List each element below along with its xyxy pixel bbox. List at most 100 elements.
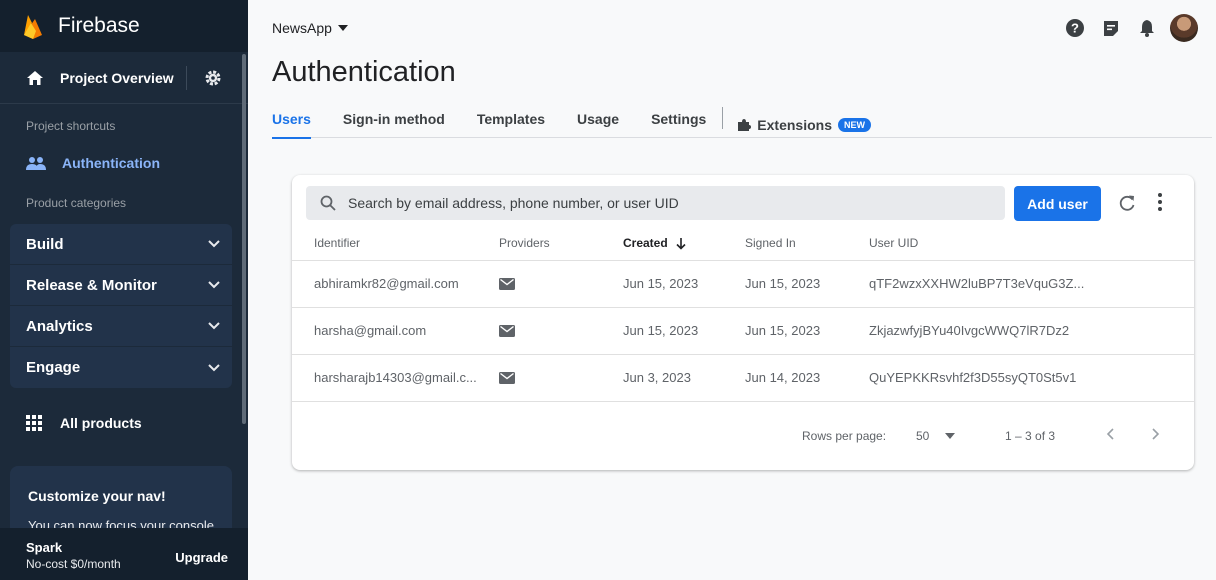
column-providers: Providers	[499, 227, 623, 261]
chevron-down-icon	[208, 322, 220, 330]
project-switcher[interactable]: NewsApp	[272, 20, 348, 36]
chevron-down-icon	[208, 240, 220, 248]
table-row[interactable]: abhiramkr82@gmail.com Jun 15, 2023 Jun 1…	[292, 260, 1194, 308]
pagination: Rows per page: 50 1 – 3 of 3	[292, 423, 1194, 447]
users-card: Add user Identifier Providers Created Si…	[292, 175, 1194, 470]
tab-templates[interactable]: Templates	[477, 102, 545, 138]
tab-sign-in-method[interactable]: Sign-in method	[343, 102, 445, 138]
user-signed-in: Jun 14, 2023	[745, 354, 869, 402]
caret-down-icon	[945, 433, 956, 439]
avatar[interactable]	[1170, 14, 1198, 42]
sidebar-item-build[interactable]: Build	[10, 224, 232, 265]
svg-text:?: ?	[1071, 21, 1079, 36]
search-bar[interactable]	[306, 186, 1005, 220]
user-uid: ZkjazwfyjBYu40IvgcWWQ7lR7Dz2	[869, 307, 1194, 355]
puzzle-icon	[738, 118, 752, 131]
help-icon: ?	[1066, 19, 1084, 37]
top-toolbar: ?	[1050, 14, 1198, 42]
page-range: 1 – 3 of 3	[1005, 429, 1056, 443]
user-identifier: abhiramkr82@gmail.com	[292, 260, 499, 308]
chevron-down-icon	[208, 363, 220, 371]
rows-per-page-label: Rows per page:	[802, 429, 887, 443]
categories-heading: Product categories	[26, 196, 127, 210]
category-label: Engage	[26, 359, 81, 376]
caret-down-icon	[337, 25, 348, 31]
firebase-logo-icon	[24, 15, 42, 39]
user-provider	[499, 354, 623, 402]
email-icon	[499, 277, 515, 290]
rows-per-page-value: 50	[916, 429, 930, 443]
users-table: Identifier Providers Created Signed In U…	[292, 227, 1194, 402]
tab-bar: Users Sign-in method Templates Usage Set…	[272, 102, 1212, 139]
user-uid: QuYEPKKRsvhf2f3D55syQT0St5v1	[869, 354, 1194, 402]
tab-divider	[722, 107, 724, 129]
sidebar: Firebase Project Overview Project shortc…	[0, 0, 248, 580]
sidebar-item-engage[interactable]: Engage	[10, 347, 232, 388]
notifications-button[interactable]	[1136, 17, 1158, 39]
table-row[interactable]: harsha@gmail.com Jun 15, 2023 Jun 15, 20…	[292, 307, 1194, 355]
tab-extensions[interactable]: Extensions NEW	[737, 102, 871, 138]
user-signed-in: Jun 15, 2023	[745, 260, 869, 308]
column-signed-in[interactable]: Signed In	[745, 227, 869, 261]
sidebar-item-analytics[interactable]: Analytics	[10, 306, 232, 347]
sidebar-item-release-monitor[interactable]: Release & Monitor	[10, 265, 232, 306]
category-label: Analytics	[26, 317, 93, 335]
user-provider	[499, 307, 623, 355]
project-overview-item[interactable]: Project Overview	[0, 52, 248, 104]
sidebar-item-label: Authentication	[62, 155, 160, 171]
user-identifier: harsharajb14303@gmail.c...	[292, 354, 499, 402]
gear-icon[interactable]	[204, 69, 222, 87]
add-user-button[interactable]: Add user	[1014, 186, 1101, 221]
release-notes-button[interactable]	[1100, 17, 1122, 39]
email-icon	[499, 371, 515, 384]
column-user-uid: User UID	[869, 227, 1194, 261]
user-signed-in: Jun 15, 2023	[745, 307, 869, 355]
chevron-down-icon	[208, 281, 220, 289]
sidebar-scrollbar[interactable]	[242, 54, 246, 424]
chevron-left-icon[interactable]	[1106, 427, 1116, 441]
brand-name: Firebase	[58, 14, 140, 37]
brand-bar[interactable]: Firebase	[0, 0, 248, 52]
user-provider	[499, 260, 623, 308]
category-group: Build Release & Monitor Analytics Engage	[10, 224, 232, 388]
upgrade-button[interactable]: Upgrade	[175, 550, 228, 565]
notes-icon	[1104, 21, 1118, 36]
rows-per-page-select[interactable]: 50	[916, 429, 956, 443]
chevron-right-icon[interactable]	[1150, 427, 1160, 441]
help-button[interactable]: ?	[1064, 17, 1086, 39]
user-created: Jun 15, 2023	[623, 260, 745, 308]
table-row[interactable]: harsharajb14303@gmail.c... Jun 3, 2023 J…	[292, 354, 1194, 402]
user-identifier: harsha@gmail.com	[292, 307, 499, 355]
column-identifier[interactable]: Identifier	[292, 227, 499, 261]
table-header-row: Identifier Providers Created Signed In U…	[292, 227, 1194, 261]
apps-grid-icon	[26, 415, 42, 431]
refresh-icon[interactable]	[1118, 194, 1136, 212]
user-created: Jun 3, 2023	[623, 354, 745, 402]
tab-users[interactable]: Users	[272, 102, 311, 139]
column-created[interactable]: Created	[623, 227, 745, 261]
people-icon	[26, 157, 46, 170]
email-icon	[499, 324, 515, 337]
page-title: Authentication	[272, 56, 456, 88]
arrow-down-icon	[676, 238, 686, 250]
search-input[interactable]	[348, 195, 988, 211]
more-vert-icon[interactable]	[1158, 193, 1162, 211]
project-name: NewsApp	[272, 20, 332, 36]
extensions-label: Extensions	[757, 116, 832, 133]
category-label: Build	[26, 235, 64, 253]
sidebar-item-authentication[interactable]: Authentication	[0, 146, 248, 180]
shortcuts-heading: Project shortcuts	[26, 119, 116, 133]
user-uid: qTF2wzxXXHW2luBP7T3eVquG3Z...	[869, 260, 1194, 308]
category-label: Release & Monitor	[26, 276, 157, 294]
overview-divider	[186, 66, 187, 90]
column-created-label: Created	[623, 236, 668, 251]
new-badge: NEW	[838, 117, 871, 132]
plan-bar: Spark No-cost $0/month Upgrade	[0, 528, 248, 580]
sidebar-item-all-products[interactable]: All products	[0, 394, 248, 452]
user-created: Jun 15, 2023	[623, 307, 745, 355]
project-overview-label: Project Overview	[60, 69, 174, 86]
bell-icon	[1140, 20, 1154, 37]
tab-settings[interactable]: Settings	[651, 102, 706, 138]
tab-usage[interactable]: Usage	[577, 102, 619, 138]
search-icon	[320, 195, 336, 211]
